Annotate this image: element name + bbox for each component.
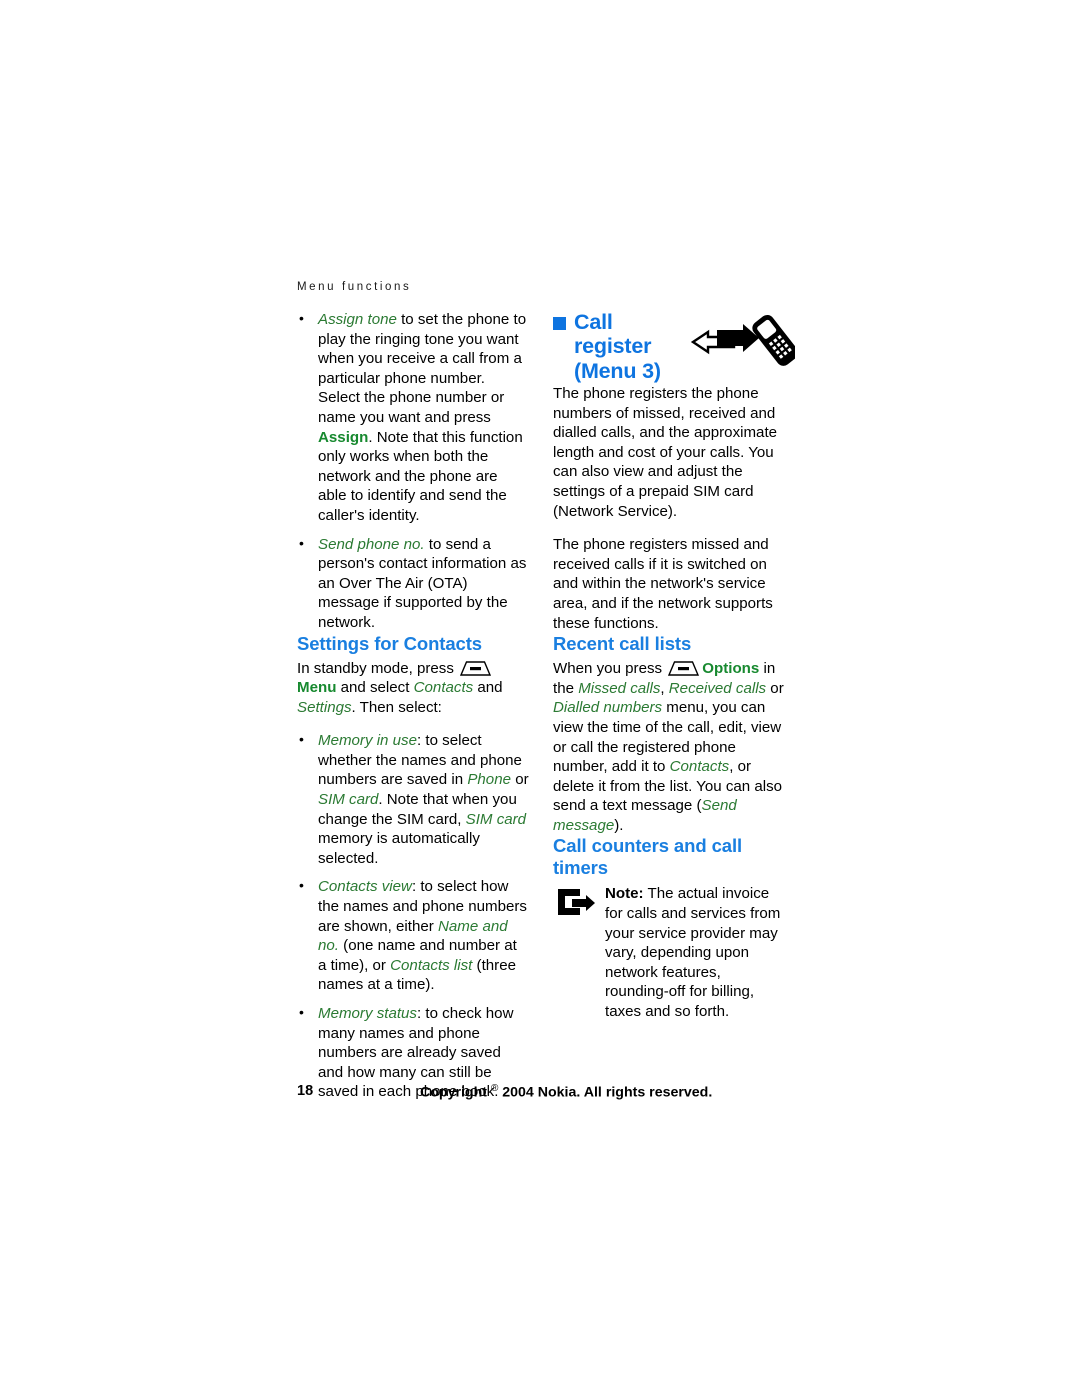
note-hand-pointer-icon bbox=[556, 887, 596, 917]
recent-call-lists-paragraph: When you press Options in the Missed cal… bbox=[553, 659, 785, 835]
term-memory-in-use: Memory in use bbox=[318, 732, 417, 750]
term-phone: Phone bbox=[467, 771, 511, 789]
bullet-text: or bbox=[511, 771, 529, 789]
rcl-text-1: When you press bbox=[553, 660, 667, 678]
note-text: The actual invoice for calls and service… bbox=[605, 885, 781, 1021]
chapter-heading-call-register: Call register (Menu 3) bbox=[553, 310, 799, 384]
softkey-label-menu: Menu bbox=[297, 679, 337, 697]
softkey-button-icon bbox=[668, 661, 700, 676]
list-item: Contacts view: to select how the names a… bbox=[297, 876, 529, 995]
left-column: Assign tone to set the phone to play the… bbox=[297, 309, 529, 1102]
term-contacts: Contacts bbox=[669, 758, 730, 776]
term-memory-status: Memory status bbox=[318, 1005, 417, 1022]
note-paragraph: Note: The actual invoice for calls and s… bbox=[605, 884, 785, 1021]
list-item: Send phone no. to send a person's contac… bbox=[297, 534, 529, 633]
footer-page-number: 18 bbox=[297, 1083, 314, 1099]
intro-text-1: In standby mode, press bbox=[297, 659, 459, 677]
settings-intro-paragraph: In standby mode, press Menu and select C… bbox=[297, 659, 529, 718]
softkey-label-options: Options bbox=[702, 660, 760, 678]
term-dialled-numbers: Dialled numbers bbox=[553, 699, 663, 717]
term-sim-card-2: SIM card bbox=[465, 810, 527, 828]
softkey-button-icon bbox=[460, 660, 492, 676]
contacts-options-list: Assign tone to set the phone to play the… bbox=[297, 309, 529, 633]
term-settings: Settings bbox=[297, 698, 352, 716]
right-column: Call register (Menu 3) The phone registe… bbox=[553, 310, 799, 1022]
heading-call-counters-and-call-timers: Call counters and call timers bbox=[553, 835, 743, 879]
softkey-label-assign: Assign bbox=[318, 428, 369, 446]
rcl-text-7: ). bbox=[614, 816, 624, 834]
term-missed-calls: Missed calls bbox=[578, 679, 661, 697]
term-sim-card: SIM card bbox=[318, 791, 379, 809]
intro-text-2: and select bbox=[336, 679, 414, 697]
note-label: Note: bbox=[605, 885, 644, 903]
chapter-paragraph-2: The phone registers missed and received … bbox=[553, 536, 773, 632]
bullet-text: to set the phone to play the ringing ton… bbox=[318, 311, 527, 426]
settings-options-list: Memory in use: to select whether the nam… bbox=[297, 730, 529, 1102]
term-assign-tone: Assign tone bbox=[318, 311, 397, 328]
intro-text-3: and bbox=[473, 679, 503, 697]
running-header: Menu functions bbox=[297, 281, 412, 293]
chapter-bullet-square bbox=[553, 317, 566, 330]
chapter-paragraph-1: The phone registers the phone numbers of… bbox=[553, 385, 778, 520]
rcl-text-3: , bbox=[660, 679, 669, 697]
list-item: Assign tone to set the phone to play the… bbox=[297, 309, 529, 526]
note-block: Note: The actual invoice for calls and s… bbox=[553, 884, 785, 1021]
heading-recent-call-lists: Recent call lists bbox=[553, 633, 692, 655]
rcl-text-4: or bbox=[766, 679, 784, 697]
term-contacts: Contacts bbox=[413, 679, 474, 697]
bullet-text: memory is automatically selected. bbox=[318, 830, 480, 867]
heading-settings-for-contacts: Settings for Contacts bbox=[297, 632, 482, 654]
term-received-calls: Received calls bbox=[668, 679, 767, 697]
copyright-prefix: Copyright bbox=[420, 1084, 491, 1101]
term-send-phone-no: Send phone no. bbox=[318, 535, 425, 553]
manual-page: Menu functions Assign tone to set the ph… bbox=[0, 0, 1080, 1397]
list-item: Memory in use: to select whether the nam… bbox=[297, 730, 529, 868]
copyright-suffix: 2004 Nokia. All rights reserved. bbox=[498, 1084, 713, 1101]
call-register-phone-arrows-illustration bbox=[690, 312, 799, 374]
footer-copyright: Copyright ® 2004 Nokia. All rights reser… bbox=[420, 1083, 820, 1101]
term-contacts-view: Contacts view bbox=[318, 878, 412, 896]
intro-text-4: . Then select: bbox=[351, 698, 442, 716]
term-contacts-list: Contacts list bbox=[390, 956, 473, 974]
